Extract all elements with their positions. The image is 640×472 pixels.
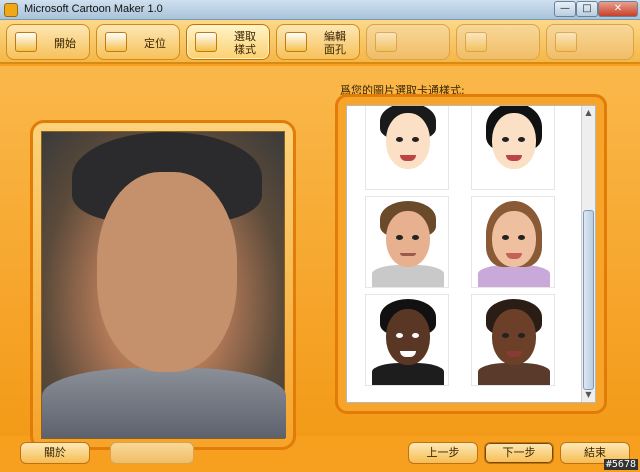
tab-label: 編輯 面孔 [324, 30, 346, 56]
scroll-down-icon[interactable]: ▼ [583, 389, 594, 401]
tab-disabled-6 [456, 24, 540, 60]
tab-edit-face[interactable]: 編輯 面孔 [276, 24, 360, 60]
source-photo [41, 131, 286, 439]
app-icon [4, 3, 18, 17]
tab-disabled-7 [546, 24, 634, 60]
close-button[interactable]: ✕ [598, 1, 638, 17]
next-button[interactable]: 下一步 [484, 442, 554, 464]
watermark: #5678 [603, 459, 638, 470]
gallery-scrollbar[interactable]: ▲ ▼ [581, 106, 595, 402]
style-man-brown-hair[interactable] [365, 196, 449, 288]
tab-label [403, 29, 447, 57]
style-girl-bangs-black-hair[interactable] [471, 106, 555, 190]
style-girl-short-black-hair[interactable] [365, 106, 449, 190]
tab-label: 定位 [144, 36, 166, 50]
edit-face-icon [285, 32, 307, 52]
photo-frame [30, 120, 296, 450]
title-bar: Microsoft Cartoon Maker 1.0 — □ ✕ [0, 0, 640, 20]
window-title: Microsoft Cartoon Maker 1.0 [24, 3, 163, 15]
disabled-tab-icon [465, 32, 487, 52]
style-grid-icon [195, 32, 217, 52]
style-woman-dark-headscarf[interactable] [365, 294, 449, 386]
minimize-button[interactable]: — [554, 1, 576, 17]
scroll-up-icon[interactable]: ▲ [583, 107, 594, 119]
style-woman-long-brown-hair[interactable] [471, 196, 555, 288]
tab-label: 開始 [54, 36, 76, 50]
style-gallery[interactable]: ▲ ▼ [346, 105, 596, 403]
tab-label [583, 29, 627, 57]
tab-locate[interactable]: 定位 [96, 24, 180, 60]
disabled-action-button [110, 442, 194, 464]
style-woman-dark-headband[interactable] [471, 294, 555, 386]
tab-label [493, 29, 537, 57]
step-tab-strip: 開始 定位 選取 樣式 編輯 面孔 [0, 20, 640, 64]
locate-icon [105, 32, 127, 52]
tab-label: 選取 樣式 [234, 30, 256, 56]
back-button[interactable]: 上一步 [408, 442, 478, 464]
scroll-thumb[interactable] [583, 210, 594, 390]
style-gallery-frame: ▲ ▼ [335, 94, 607, 414]
disabled-tab-icon [375, 32, 397, 52]
start-icon [15, 32, 37, 52]
tab-select-style[interactable]: 選取 樣式 [186, 24, 270, 60]
maximize-button[interactable]: □ [576, 1, 598, 17]
tab-start[interactable]: 開始 [6, 24, 90, 60]
disabled-tab-icon [555, 32, 577, 52]
about-button[interactable]: 關於 [20, 442, 90, 464]
tab-disabled-5 [366, 24, 450, 60]
